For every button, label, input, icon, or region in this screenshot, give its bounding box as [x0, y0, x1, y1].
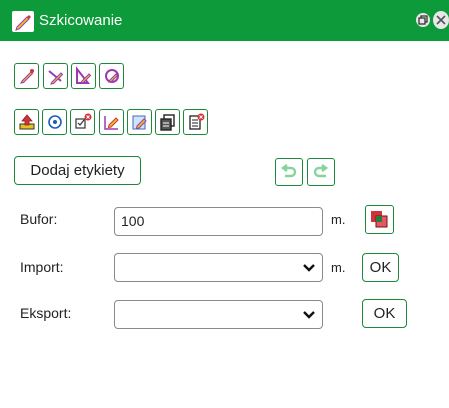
chevron-down-icon: [303, 311, 315, 319]
title-bar: Szkicowanie: [0, 0, 449, 41]
delete-all-icon[interactable]: [183, 109, 208, 135]
chevron-down-icon: [303, 264, 315, 272]
draw-polygon-icon[interactable]: [71, 63, 96, 89]
buffer-label: Bufor:: [20, 211, 58, 227]
add-labels-button[interactable]: Dodaj etykiety: [14, 156, 141, 185]
buffer-unit: m.: [331, 212, 346, 227]
export-ok-button[interactable]: OK: [362, 299, 407, 328]
draw-line-icon[interactable]: [43, 63, 68, 89]
export-select[interactable]: [114, 300, 323, 329]
upload-icon[interactable]: [14, 109, 39, 135]
close-icon[interactable]: [433, 11, 449, 29]
import-unit: m.: [331, 260, 346, 275]
export-label: Eksport:: [20, 305, 72, 321]
import-ok-button[interactable]: OK: [362, 253, 399, 282]
sketch-panel: Szkicowanie Dodaj etykiety Bufor: 100 m.…: [0, 0, 449, 408]
draw-point-icon[interactable]: [14, 63, 39, 89]
target-icon[interactable]: [42, 109, 67, 135]
pencil-icon: [12, 11, 34, 32]
restore-icon[interactable]: [414, 11, 432, 29]
delete-selected-icon[interactable]: [70, 109, 95, 135]
redo-icon[interactable]: [307, 158, 335, 186]
import-label: Import:: [20, 259, 64, 275]
copy-icon[interactable]: [155, 109, 180, 135]
window-title: Szkicowanie: [39, 12, 123, 29]
import-select[interactable]: [114, 253, 323, 282]
draw-circle-icon[interactable]: [99, 63, 124, 89]
buffer-icon[interactable]: [365, 205, 394, 234]
edit-icon[interactable]: [99, 109, 124, 135]
buffer-input[interactable]: 100: [114, 207, 323, 236]
edit-note-icon[interactable]: [127, 109, 152, 135]
undo-icon[interactable]: [275, 158, 303, 186]
